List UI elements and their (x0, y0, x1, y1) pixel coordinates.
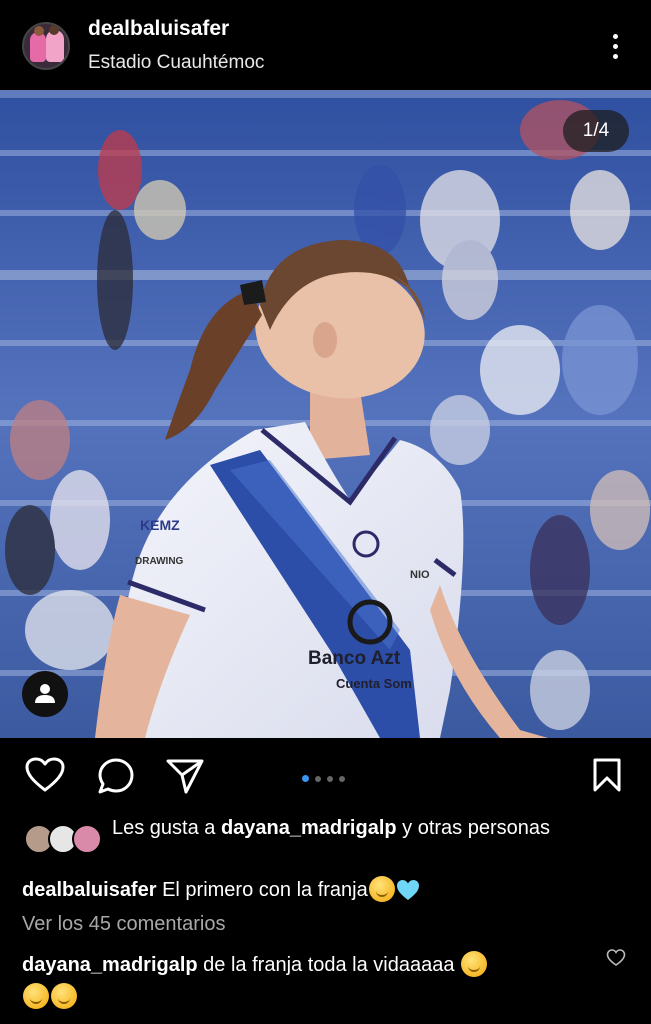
light-blue-heart-emoji (396, 880, 419, 900)
post-photo[interactable]: Banco Azt Cuenta Som KEMZ DRAWING NIO 1/… (0, 90, 651, 738)
carousel-indicator (302, 770, 351, 783)
svg-text:Banco Azt: Banco Azt (308, 648, 401, 669)
avatar[interactable] (22, 22, 70, 70)
send-icon[interactable] (166, 758, 204, 794)
smiling-face-emoji (23, 983, 49, 1009)
post-header: dealbaluisafer Estadio Cuauhtémoc (0, 0, 651, 90)
carousel-dot (327, 775, 333, 782)
comment-username[interactable]: dayana_madrigalp (22, 954, 198, 976)
post-caption: dealbaluisafer El primero con la franja (22, 876, 632, 905)
svg-text:DRAWING: DRAWING (135, 556, 184, 567)
comment: dayana_madrigalp de la franja toda la vi… (22, 949, 587, 1013)
carousel-dot (339, 775, 345, 782)
liked-by-avatars[interactable] (24, 824, 104, 856)
svg-text:Cuenta Som: Cuenta Som (336, 676, 412, 691)
likes-prefix: Les gusta a (112, 817, 221, 839)
comment-icon[interactable] (97, 757, 135, 795)
carousel-dot (315, 775, 321, 782)
caption-text: El primero con la franja (156, 879, 368, 901)
smiling-face-emoji (461, 951, 488, 977)
carousel-counter: 1/4 (563, 110, 629, 152)
avatar (72, 824, 102, 854)
post-location[interactable]: Estadio Cuauhtémoc (88, 52, 264, 74)
action-bar (0, 738, 651, 810)
post-username[interactable]: dealbaluisafer (88, 17, 229, 41)
smiling-face-emoji (368, 876, 395, 902)
likes-summary[interactable]: Les gusta a dayana_madrigalp y otras per… (112, 814, 632, 843)
heart-icon[interactable] (25, 757, 65, 793)
view-comments-link[interactable]: Ver los 45 comentarios (22, 913, 225, 936)
user-tag-icon[interactable] (22, 671, 68, 717)
comment-heart-icon[interactable] (606, 948, 626, 968)
photo-illustration: Banco Azt Cuenta Som KEMZ DRAWING NIO (0, 90, 651, 738)
more-options-icon[interactable] (602, 30, 630, 64)
comment-text: de la franja toda la vidaaaaa (197, 954, 461, 976)
caption-username[interactable]: dealbaluisafer (22, 879, 157, 901)
bookmark-icon[interactable] (592, 757, 622, 793)
svg-text:KEMZ: KEMZ (140, 517, 180, 533)
carousel-dot (302, 775, 309, 783)
svg-text:NIO: NIO (410, 569, 430, 581)
liked-by-user[interactable]: dayana_madrigalp (221, 817, 397, 839)
smiling-face-emoji (51, 983, 77, 1009)
likes-suffix: y otras personas (396, 817, 551, 839)
